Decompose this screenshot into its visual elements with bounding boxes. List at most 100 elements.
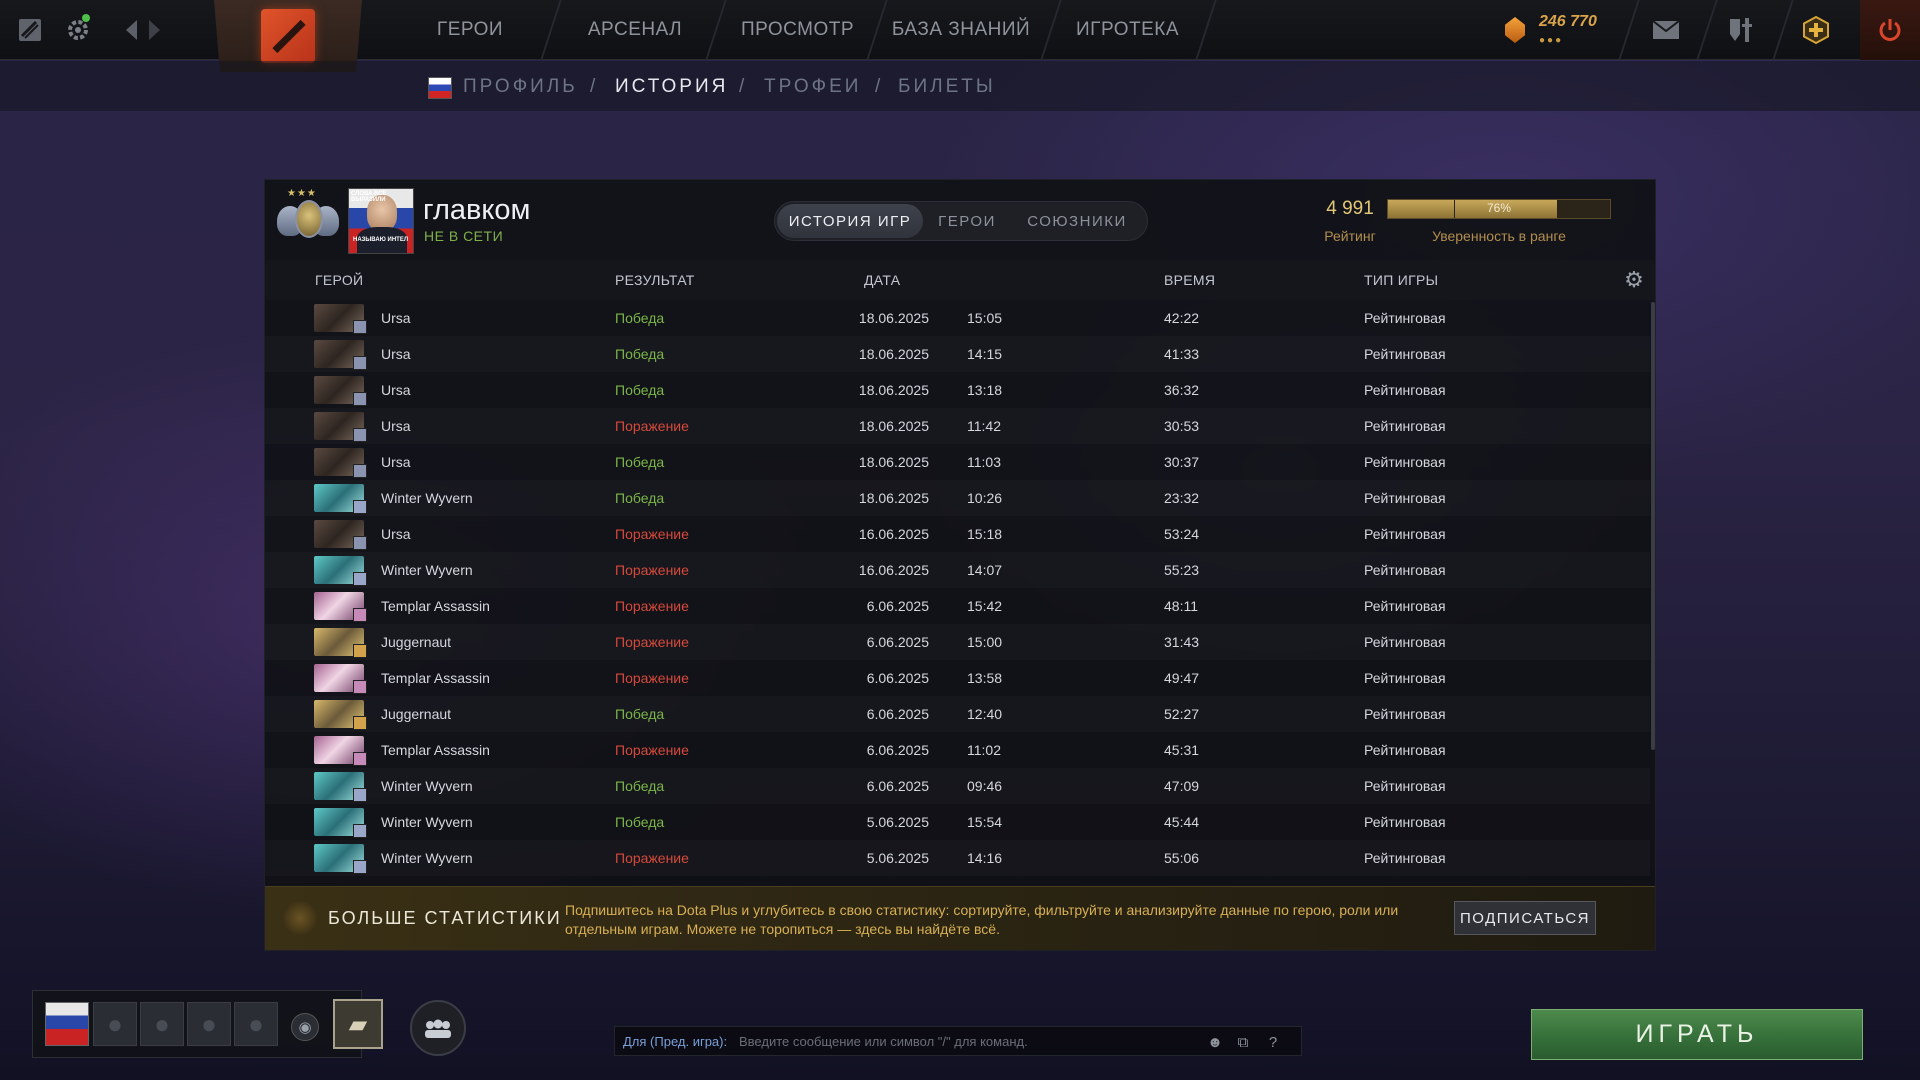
hero-name: Ursa (381, 526, 411, 542)
match-date: 18.06.2025 (858, 346, 929, 362)
nav-watch[interactable]: ПРОСМОТР (725, 0, 870, 60)
hero-name: Ursa (381, 346, 411, 362)
shards-currency[interactable]: 246 770 ●●● (1505, 13, 1615, 49)
col-duration[interactable]: ВРЕМЯ (1164, 272, 1215, 288)
chat-wheel-icon[interactable]: ⧉ (1231, 1030, 1255, 1054)
match-start-time: 15:18 (967, 526, 1003, 542)
match-date: 18.06.2025 (858, 454, 929, 470)
match-result: Поражение (615, 850, 689, 866)
plus-icon[interactable] (1786, 0, 1846, 60)
player-status: НЕ В СЕТИ (424, 228, 504, 244)
table-row[interactable]: Ursa Победа 18.06.2025 11:03 30:37 Рейтингова… (265, 444, 1650, 480)
subnav-profile[interactable]: ПРОФИЛЬ (463, 76, 578, 98)
match-duration: 52:27 (1164, 706, 1200, 722)
game-type: Рейтинговая (1364, 706, 1446, 722)
match-duration: 41:33 (1164, 346, 1200, 362)
table-row[interactable]: Templar Assassin Поражение 6.06.2025 15:42 4… (265, 588, 1650, 624)
hero-name: Ursa (381, 382, 411, 398)
game-type: Рейтинговая (1364, 850, 1446, 866)
col-hero[interactable]: ГЕРОЙ (315, 272, 363, 288)
hero-name: Templar Assassin (381, 670, 490, 686)
match-result: Поражение (615, 598, 689, 614)
match-start-time: 11:02 (967, 742, 1001, 758)
party-avatar[interactable] (45, 1002, 89, 1046)
match-start-time: 11:42 (967, 418, 1001, 434)
tab-allies[interactable]: СОЮЗНИКИ (1011, 204, 1143, 238)
power-icon[interactable] (1860, 0, 1920, 60)
match-date: 6.06.2025 (866, 670, 929, 686)
match-history-panel: ★★★ СЛОВА ВСЕ ВЫРАЗИЛИ НАЗЫВАЮ ИНТЕЛ гла… (264, 179, 1656, 951)
friends-icon[interactable] (410, 1000, 466, 1056)
help-icon[interactable]: ? (1261, 1030, 1285, 1054)
table-row[interactable]: Winter Wyvern Победа 6.06.2025 09:46 47:09 Ре… (265, 768, 1650, 804)
match-date: 18.06.2025 (858, 418, 929, 434)
table-row[interactable]: Ursa Победа 18.06.2025 15:05 42:22 Рейтингова… (265, 300, 1650, 336)
table-row[interactable]: Winter Wyvern Победа 18.06.2025 10:26 23:32 Р… (265, 480, 1650, 516)
hero-role-badge-icon (353, 644, 367, 658)
table-row[interactable]: Ursa Победа 18.06.2025 14:15 41:33 Рейтингова… (265, 336, 1650, 372)
table-row[interactable]: Winter Wyvern Поражение 5.06.2025 14:16 55:0… (265, 840, 1650, 876)
match-result: Победа (615, 382, 665, 398)
rank-confidence-label: Уверенность в ранге (1432, 228, 1566, 244)
table-row[interactable]: Ursa Поражение 18.06.2025 11:42 30:53 Рейтинг… (265, 408, 1650, 444)
emoji-icon[interactable]: ☻ (1203, 1030, 1227, 1054)
party-empty-slot[interactable]: ● (93, 1002, 137, 1046)
match-start-time: 15:54 (967, 814, 1003, 830)
subnav-tickets[interactable]: БИЛЕТЫ (898, 76, 996, 98)
col-result[interactable]: РЕЗУЛЬТАТ (615, 272, 695, 288)
party-invite-icon[interactable]: ▰ (333, 999, 383, 1049)
match-start-time: 12:40 (967, 706, 1003, 722)
subnav-history[interactable]: ИСТОРИЯ (615, 76, 728, 98)
table-row[interactable]: Juggernaut Поражение 6.06.2025 15:00 31:43 Ре… (265, 624, 1650, 660)
history-tabs: ИСТОРИЯ ИГР ГЕРОИ СОЮЗНИКИ (774, 201, 1148, 241)
headset-icon[interactable]: ◉ (291, 1013, 319, 1041)
nav-heroes[interactable]: ГЕРОИ (410, 0, 530, 60)
party-empty-slot[interactable]: ● (187, 1002, 231, 1046)
game-type: Рейтинговая (1364, 634, 1446, 650)
table-scrollbar[interactable] (1651, 302, 1655, 750)
hero-role-badge-icon (353, 392, 367, 406)
match-duration: 23:32 (1164, 490, 1200, 506)
table-row[interactable]: Winter Wyvern Победа 5.06.2025 15:54 45:44 Ре… (265, 804, 1650, 840)
play-button[interactable]: ИГРАТЬ (1531, 1009, 1863, 1060)
mail-icon[interactable] (1636, 0, 1696, 60)
col-date[interactable]: ДАТА (864, 272, 900, 288)
tab-match-history[interactable]: ИСТОРИЯ ИГР (777, 204, 923, 238)
tab-heroes[interactable]: ГЕРОИ (927, 204, 1007, 238)
profile-flag-icon[interactable] (428, 77, 452, 99)
arrow-right-icon[interactable] (138, 14, 170, 46)
match-date: 16.06.2025 (858, 526, 929, 542)
table-row[interactable]: Juggernaut Победа 6.06.2025 12:40 52:27 Рейти… (265, 696, 1650, 732)
match-result: Победа (615, 310, 665, 326)
subscribe-button[interactable]: ПОДПИСАТЬСЯ (1454, 901, 1596, 935)
nav-arcade[interactable]: ИГРОТЕКА (1060, 0, 1195, 60)
nav-knowledge-base[interactable]: БАЗА ЗНАНИЙ (880, 0, 1042, 60)
nav-arsenal[interactable]: АРСЕНАЛ (565, 0, 705, 60)
hero-name: Ursa (381, 310, 411, 326)
match-date: 16.06.2025 (858, 562, 929, 578)
chat-input[interactable] (739, 1030, 1219, 1052)
armory-icon[interactable] (1712, 0, 1772, 60)
subnav-trophies[interactable]: ТРОФЕИ (764, 76, 861, 98)
party-empty-slot[interactable]: ● (140, 1002, 184, 1046)
gear-icon[interactable] (62, 14, 94, 46)
table-row[interactable]: Ursa Поражение 16.06.2025 15:18 53:24 Рейтинг… (265, 516, 1650, 552)
table-row[interactable]: Templar Assassin Поражение 6.06.2025 11:02 4… (265, 732, 1650, 768)
table-row[interactable]: Winter Wyvern Поражение 16.06.2025 14:07 55:… (265, 552, 1650, 588)
rank-medal-icon[interactable]: ★★★ (275, 188, 341, 250)
table-row[interactable]: Ursa Победа 18.06.2025 13:18 36:32 Рейтингова… (265, 372, 1650, 408)
party-empty-slot[interactable]: ● (234, 1002, 278, 1046)
hero-role-badge-icon (353, 860, 367, 874)
hero-role-badge-icon (353, 788, 367, 802)
table-settings-gear-icon[interactable]: ⚙ (1622, 268, 1646, 292)
breadcrumb-separator: / (739, 76, 745, 97)
match-date: 5.06.2025 (866, 850, 929, 866)
col-game-type[interactable]: ТИП ИГРЫ (1364, 272, 1438, 288)
match-result: Поражение (615, 526, 689, 542)
avatar[interactable]: СЛОВА ВСЕ ВЫРАЗИЛИ НАЗЫВАЮ ИНТЕЛ (348, 188, 414, 254)
table-row[interactable]: Templar Assassin Поражение 6.06.2025 13:58 4… (265, 660, 1650, 696)
match-start-time: 09:46 (967, 778, 1003, 794)
chat-channel-selector[interactable]: Для (Пред. игра): (623, 1034, 727, 1049)
dota-plus-icon[interactable] (14, 14, 46, 46)
match-result: Победа (615, 454, 665, 470)
